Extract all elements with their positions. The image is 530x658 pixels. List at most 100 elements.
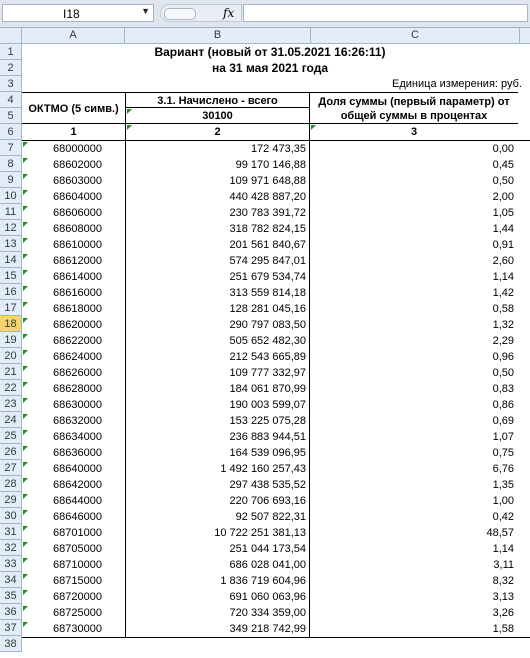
column-header-c[interactable]: C xyxy=(311,28,520,43)
oktmo-cell[interactable]: 68610000 xyxy=(22,237,125,253)
oktmo-cell[interactable]: 68608000 xyxy=(22,221,125,237)
share-cell[interactable]: 1,05 xyxy=(310,205,518,221)
oktmo-cell[interactable]: 68628000 xyxy=(22,381,125,397)
share-cell[interactable]: 2,29 xyxy=(310,333,518,349)
oktmo-cell[interactable]: 68616000 xyxy=(22,285,125,301)
chevron-down-icon[interactable]: ▼ xyxy=(141,6,150,16)
oktmo-cell[interactable]: 68725000 xyxy=(22,605,125,621)
row-header[interactable]: 6 xyxy=(0,124,22,140)
oktmo-cell[interactable]: 68630000 xyxy=(22,397,125,413)
share-cell[interactable]: 3,13 xyxy=(310,589,518,605)
row-header[interactable]: 19 xyxy=(0,332,22,348)
share-cell[interactable]: 3,11 xyxy=(310,557,518,573)
row-header[interactable]: 20 xyxy=(0,348,22,364)
row-header[interactable]: 12 xyxy=(0,220,22,236)
row-header[interactable]: 35 xyxy=(0,588,22,604)
oktmo-cell[interactable]: 68634000 xyxy=(22,429,125,445)
accrued-cell[interactable]: 1 836 719 604,96 xyxy=(125,573,310,589)
formula-input[interactable] xyxy=(243,4,528,22)
share-cell[interactable]: 8,32 xyxy=(310,573,518,589)
oktmo-cell[interactable]: 68640000 xyxy=(22,461,125,477)
share-cell[interactable]: 3,26 xyxy=(310,605,518,621)
accrued-cell[interactable]: 92 507 822,31 xyxy=(125,509,310,525)
accrued-cell[interactable]: 297 438 535,52 xyxy=(125,477,310,493)
row-header[interactable]: 32 xyxy=(0,540,22,556)
share-cell[interactable]: 0,75 xyxy=(310,445,518,461)
oktmo-cell[interactable]: 68715000 xyxy=(22,573,125,589)
header-share[interactable]: Доля суммы (первый параметр) от общей су… xyxy=(310,92,518,124)
oktmo-cell[interactable]: 68642000 xyxy=(22,477,125,493)
col-num-2[interactable]: 2 xyxy=(125,124,310,140)
accrued-cell[interactable]: 109 971 648,88 xyxy=(125,173,310,189)
row-header[interactable]: 27 xyxy=(0,460,22,476)
row-header[interactable]: 11 xyxy=(0,204,22,220)
share-cell[interactable]: 1,14 xyxy=(310,541,518,557)
row-header[interactable]: 10 xyxy=(0,188,22,204)
row-header[interactable]: 34 xyxy=(0,572,22,588)
accrued-cell[interactable]: 230 783 391,72 xyxy=(125,205,310,221)
accrued-cell[interactable]: 236 883 944,51 xyxy=(125,429,310,445)
oktmo-cell[interactable]: 68606000 xyxy=(22,205,125,221)
oktmo-cell[interactable]: 68622000 xyxy=(22,333,125,349)
formula-bar-handle-icon[interactable] xyxy=(164,8,196,20)
oktmo-cell[interactable]: 68626000 xyxy=(22,365,125,381)
oktmo-cell[interactable]: 68604000 xyxy=(22,189,125,205)
accrued-cell[interactable]: 349 218 742,99 xyxy=(125,621,310,637)
share-cell[interactable]: 1,44 xyxy=(310,221,518,237)
oktmo-cell[interactable]: 68701000 xyxy=(22,525,125,541)
share-cell[interactable]: 1,35 xyxy=(310,477,518,493)
column-header-a[interactable]: A xyxy=(22,28,125,43)
oktmo-cell[interactable]: 68620000 xyxy=(22,317,125,333)
row-header[interactable]: 14 xyxy=(0,252,22,268)
accrued-cell[interactable]: 128 281 045,16 xyxy=(125,301,310,317)
oktmo-cell[interactable]: 68705000 xyxy=(22,541,125,557)
accrued-cell[interactable]: 212 543 665,89 xyxy=(125,349,310,365)
accrued-cell[interactable]: 99 170 146,88 xyxy=(125,157,310,173)
accrued-cell[interactable]: 686 028 041,00 xyxy=(125,557,310,573)
share-cell[interactable]: 0,50 xyxy=(310,173,518,189)
oktmo-cell[interactable]: 68646000 xyxy=(22,509,125,525)
row-header[interactable]: 5 xyxy=(0,108,22,124)
row-header[interactable]: 3 xyxy=(0,76,22,92)
column-header-b[interactable]: B xyxy=(125,28,311,43)
oktmo-cell[interactable]: 68612000 xyxy=(22,253,125,269)
header-accrued[interactable]: 3.1. Начислено - всего xyxy=(125,92,310,108)
accrued-cell[interactable]: 251 679 534,74 xyxy=(125,269,310,285)
accrued-cell[interactable]: 10 722 251 381,13 xyxy=(125,525,310,541)
row-header[interactable]: 24 xyxy=(0,412,22,428)
select-all-corner[interactable] xyxy=(0,28,22,43)
share-cell[interactable]: 1,00 xyxy=(310,493,518,509)
share-cell[interactable]: 0,83 xyxy=(310,381,518,397)
row-header[interactable]: 25 xyxy=(0,428,22,444)
col-num-1[interactable]: 1 xyxy=(22,124,125,140)
accrued-cell[interactable]: 290 797 083,50 xyxy=(125,317,310,333)
accrued-cell[interactable]: 109 777 332,97 xyxy=(125,365,310,381)
oktmo-cell[interactable]: 68720000 xyxy=(22,589,125,605)
accrued-cell[interactable]: 251 044 173,54 xyxy=(125,541,310,557)
row-header[interactable]: 15 xyxy=(0,268,22,284)
row-header[interactable]: 1 xyxy=(0,44,22,60)
row-header[interactable]: 23 xyxy=(0,396,22,412)
empty-row[interactable] xyxy=(22,638,530,654)
oktmo-cell[interactable]: 68624000 xyxy=(22,349,125,365)
share-cell[interactable]: 0,86 xyxy=(310,397,518,413)
accrued-cell[interactable]: 691 060 063,96 xyxy=(125,589,310,605)
row-header[interactable]: 28 xyxy=(0,476,22,492)
accrued-cell[interactable]: 505 652 482,30 xyxy=(125,333,310,349)
oktmo-cell[interactable]: 68000000 xyxy=(22,141,125,157)
header-accrued-code[interactable]: 30100 xyxy=(125,108,310,124)
share-cell[interactable]: 0,50 xyxy=(310,365,518,381)
insert-function-icon[interactable]: fx xyxy=(223,6,234,20)
sheet-grid[interactable]: Вариант (новый от 31.05.2021 16:26:11) н… xyxy=(22,44,530,654)
accrued-cell[interactable]: 318 782 824,15 xyxy=(125,221,310,237)
share-cell[interactable]: 1,32 xyxy=(310,317,518,333)
accrued-cell[interactable]: 220 706 693,16 xyxy=(125,493,310,509)
share-cell[interactable]: 0,96 xyxy=(310,349,518,365)
share-cell[interactable]: 1,14 xyxy=(310,269,518,285)
oktmo-cell[interactable]: 68644000 xyxy=(22,493,125,509)
oktmo-cell[interactable]: 68614000 xyxy=(22,269,125,285)
accrued-cell[interactable]: 201 561 840,67 xyxy=(125,237,310,253)
share-cell[interactable]: 1,07 xyxy=(310,429,518,445)
row-header[interactable]: 16 xyxy=(0,284,22,300)
row-header[interactable]: 31 xyxy=(0,524,22,540)
